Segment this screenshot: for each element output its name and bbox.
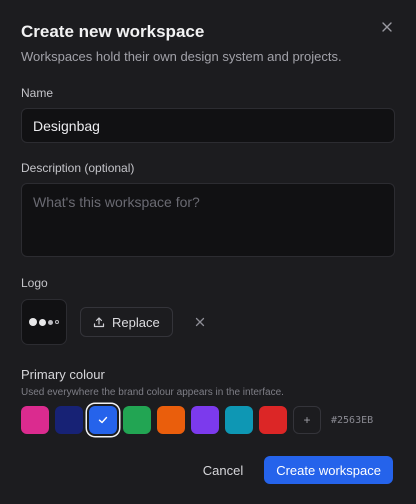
logo-dot (48, 319, 53, 325)
replace-logo-button[interactable]: Replace (80, 307, 173, 337)
name-field[interactable]: Designbag (21, 108, 395, 143)
replace-label: Replace (112, 314, 160, 330)
colour-swatch[interactable] (157, 406, 185, 434)
dialog-title: Create new workspace (21, 22, 205, 41)
colour-swatch[interactable] (225, 406, 253, 434)
name-field-value: Designbag (33, 117, 100, 134)
check-icon (98, 416, 108, 424)
colour-swatch[interactable] (123, 406, 151, 434)
colour-swatch[interactable] (259, 406, 287, 434)
dialog-subtitle: Workspaces hold their own design system … (21, 49, 342, 64)
primary-colour-label: Primary colour (21, 367, 105, 382)
create-workspace-button[interactable]: Create workspace (264, 456, 393, 484)
hex-value: #2563EB (331, 414, 374, 426)
cancel-button[interactable]: Cancel (203, 463, 243, 478)
add-colour-label: + (303, 413, 311, 427)
close-icon[interactable] (380, 20, 394, 34)
create-workspace-dialog: Create new workspace Workspaces hold the… (0, 0, 416, 504)
logo-dot (39, 318, 46, 326)
colour-swatch-selected[interactable] (89, 406, 117, 434)
logo-dot (55, 320, 59, 324)
colour-swatches: + #2563EB (21, 406, 395, 434)
dialog-footer: Cancel Create workspace (203, 456, 393, 484)
logo-dot (29, 318, 37, 326)
description-placeholder: What's this workspace for? (33, 194, 200, 210)
upload-icon (93, 317, 105, 328)
logo-preview (21, 299, 67, 345)
colour-swatch[interactable] (55, 406, 83, 434)
primary-colour-hint: Used everywhere the brand colour appears… (21, 387, 284, 398)
colour-swatch[interactable] (21, 406, 49, 434)
remove-logo-icon[interactable] (194, 316, 206, 328)
colour-swatch[interactable] (191, 406, 219, 434)
logo-row: Replace (21, 299, 395, 345)
logo-label: Logo (21, 276, 48, 290)
description-field[interactable]: What's this workspace for? (21, 183, 395, 257)
description-label: Description (optional) (21, 161, 135, 175)
name-label: Name (21, 86, 54, 100)
add-colour-button[interactable]: + (293, 406, 321, 434)
